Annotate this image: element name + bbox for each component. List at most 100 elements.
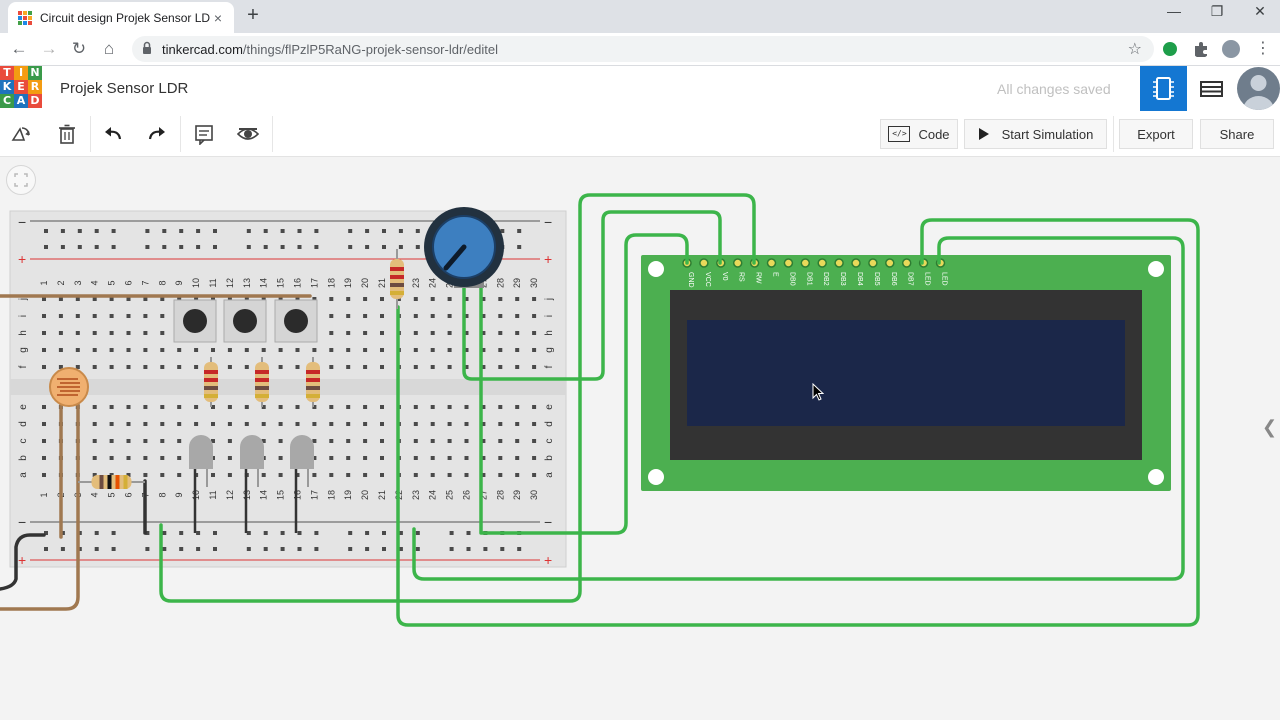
terminal-hole	[329, 314, 334, 318]
terminal-hole	[92, 439, 97, 443]
column-number-label: 24	[428, 490, 438, 500]
terminal-hole	[58, 331, 63, 335]
start-simulation-button[interactable]: Start Simulation	[964, 119, 1107, 149]
mounting-hole	[1148, 469, 1164, 485]
terminal-hole	[532, 331, 537, 335]
terminal-hole	[329, 331, 334, 335]
column-number-label: 24	[428, 278, 438, 288]
address-bar[interactable]: tinkercad.com/things/flPzlP5RaNG-projek-…	[132, 36, 1154, 62]
terminal-hole	[126, 348, 131, 352]
column-number-label: 8	[157, 280, 167, 285]
rail-hole	[365, 229, 370, 233]
rail-hole	[415, 229, 420, 233]
eye-icon[interactable]	[237, 123, 259, 145]
close-window-button[interactable]: ✕	[1238, 3, 1280, 20]
terminal-hole	[244, 365, 249, 369]
home-button[interactable]: ⌂	[98, 38, 120, 60]
terminal-hole	[413, 439, 418, 443]
lcd-pin	[699, 258, 709, 268]
row-letter-label: d	[544, 421, 555, 427]
extensions-puzzle-icon[interactable]	[1192, 40, 1210, 58]
extension-green-icon[interactable]	[1163, 42, 1177, 56]
row-letter-label: a	[18, 472, 29, 478]
terminal-hole	[346, 348, 351, 352]
bookmark-star-icon[interactable]: ☆	[1128, 39, 1142, 59]
browser-menu-icon[interactable]: ⋮	[1252, 38, 1274, 60]
terminal-hole	[329, 439, 334, 443]
components-panel-toggle[interactable]: ❮	[1262, 417, 1277, 438]
circuit-drawing[interactable]: −+−+−+−+11223344556677889910101111121213…	[0, 157, 1280, 720]
undo-icon[interactable]	[102, 123, 124, 145]
rail-hole	[365, 245, 370, 249]
reload-button[interactable]: ↻	[68, 38, 90, 60]
terminal-hole	[464, 405, 469, 409]
forward-button[interactable]: →	[38, 38, 60, 60]
terminal-hole	[278, 348, 283, 352]
rail-hole	[111, 531, 116, 535]
mouse-cursor	[812, 383, 824, 401]
tab-title: Circuit design Projek Sensor LDR	[40, 10, 210, 25]
share-button[interactable]: Share	[1200, 119, 1274, 149]
schematic-list-view-button[interactable]	[1188, 66, 1235, 111]
user-avatar[interactable]	[1237, 67, 1280, 110]
rail-hole	[263, 229, 268, 233]
terminal-hole	[515, 422, 520, 426]
terminal-hole	[430, 365, 435, 369]
terminal-hole	[109, 365, 114, 369]
browser-tab[interactable]: Circuit design Projek Sensor LDR ×	[8, 2, 234, 33]
rail-hole	[44, 245, 48, 249]
row-letter-label: g	[18, 347, 29, 353]
terminal-hole	[464, 422, 469, 426]
terminal-hole	[126, 439, 131, 443]
resistor-band	[306, 394, 320, 398]
rail-hole	[365, 547, 370, 551]
terminal-hole	[532, 405, 537, 409]
tinkercad-logo[interactable]: T I N K E R C A D	[0, 66, 42, 108]
rail-hole	[94, 531, 99, 535]
column-number-label: 29	[512, 490, 522, 500]
export-button[interactable]: Export	[1119, 119, 1193, 149]
terminal-hole	[194, 405, 199, 409]
maximize-button[interactable]: ❐	[1195, 3, 1239, 20]
column-number-label: 8	[157, 492, 167, 497]
project-title[interactable]: Projek Sensor LDR	[60, 80, 188, 97]
minimize-button[interactable]: —	[1152, 3, 1196, 19]
redo-icon[interactable]	[146, 123, 168, 145]
trash-icon[interactable]	[56, 123, 78, 145]
code-button[interactable]: </> Code	[880, 119, 958, 149]
row-letter-label: e	[18, 404, 29, 410]
lcd-pin-label: DB0	[788, 272, 795, 286]
rotate-icon[interactable]	[10, 123, 32, 145]
notes-icon[interactable]	[193, 123, 215, 145]
row-letter-label: f	[544, 365, 555, 368]
circuit-view-button[interactable]	[1140, 66, 1187, 111]
terminal-hole	[346, 331, 351, 335]
back-button[interactable]: ←	[8, 38, 30, 60]
rail-hole	[517, 547, 522, 551]
terminal-hole	[75, 365, 80, 369]
terminal-hole	[278, 405, 283, 409]
column-number-label: 10	[191, 278, 201, 288]
row-letter-label: j	[18, 298, 29, 301]
lcd-16x2[interactable]: GND VCC V0 RS RW E DB0 DB1 DB2 DB3 DB4 DB5 DB6 DB7 LED…	[641, 255, 1171, 491]
rail-hole	[179, 229, 184, 233]
terminal-hole	[211, 422, 215, 426]
rail-hole	[162, 531, 167, 535]
rail-hole	[280, 245, 285, 249]
terminal-hole	[363, 314, 368, 318]
terminal-hole	[75, 314, 80, 318]
profile-icon[interactable]	[1222, 40, 1240, 58]
mounting-hole	[648, 261, 664, 277]
terminal-hole	[515, 331, 520, 335]
terminal-hole	[413, 297, 418, 301]
tab-close-icon[interactable]: ×	[210, 10, 226, 26]
terminal-hole	[329, 348, 334, 352]
lcd-pin-label: DB7	[907, 272, 914, 286]
terminal-hole	[515, 456, 520, 460]
circuit-canvas[interactable]: −+−+−+−+11223344556677889910101111121213…	[0, 157, 1280, 720]
rail-minus-label: −	[18, 214, 26, 230]
column-number-label: 18	[326, 278, 336, 288]
resistor-band	[107, 475, 112, 489]
new-tab-button[interactable]: +	[243, 4, 263, 27]
terminal-hole	[447, 331, 452, 335]
